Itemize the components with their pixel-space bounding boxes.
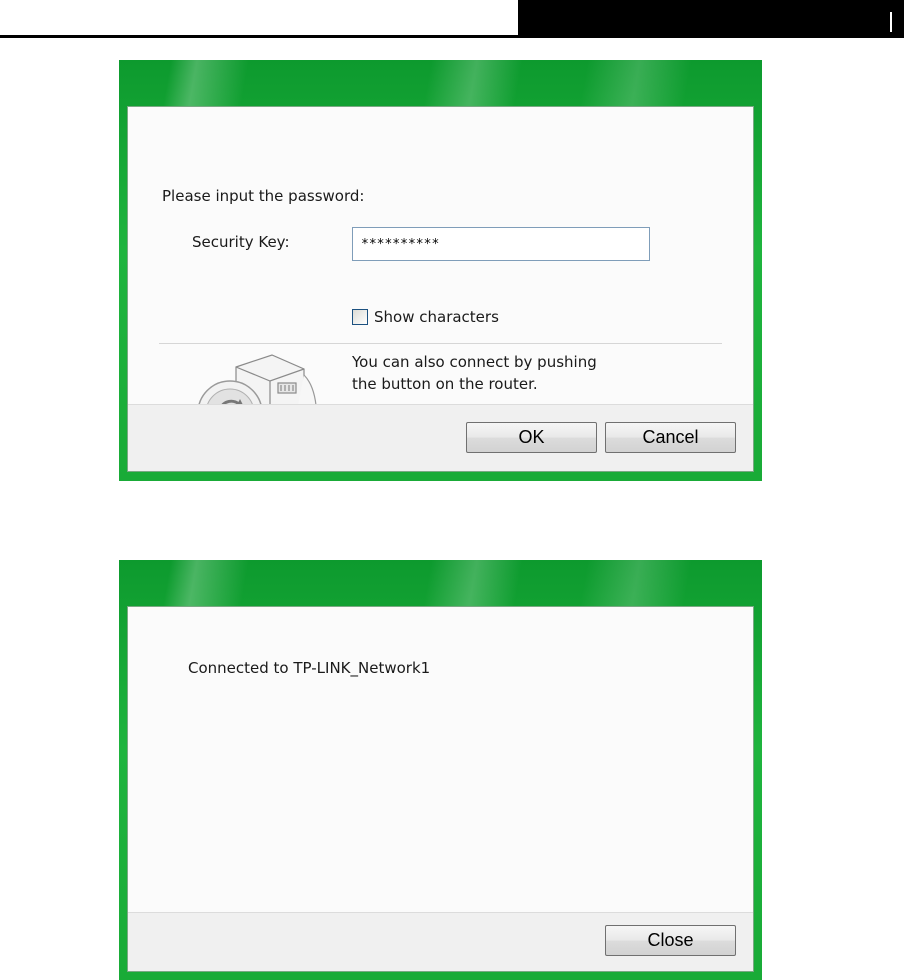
page-header-tick bbox=[890, 12, 892, 32]
connected-dialog-client: Connected to TP-LINK_Network1 Close bbox=[127, 606, 754, 972]
password-prompt: Please input the password: bbox=[162, 187, 365, 205]
password-dialog-footer: OK Cancel bbox=[128, 404, 753, 471]
security-key-label: Security Key: bbox=[192, 233, 290, 251]
close-button[interactable]: Close bbox=[605, 925, 736, 956]
push-button-line-1: You can also connect by pushing bbox=[352, 353, 597, 371]
page-header-block bbox=[518, 0, 904, 38]
security-key-input[interactable] bbox=[352, 227, 650, 261]
separator bbox=[159, 343, 722, 344]
show-characters-row[interactable]: Show characters bbox=[352, 307, 499, 327]
push-button-line-2: the button on the router. bbox=[352, 375, 538, 393]
connected-message: Connected to TP-LINK_Network1 bbox=[188, 659, 431, 677]
page-header-rule bbox=[0, 35, 520, 38]
ok-button[interactable]: OK bbox=[466, 422, 597, 453]
push-button-hint: You can also connect by pushing the butt… bbox=[352, 351, 597, 395]
show-characters-checkbox[interactable] bbox=[352, 309, 368, 325]
cancel-button[interactable]: Cancel bbox=[605, 422, 736, 453]
connected-dialog: Connected to TP-LINK_Network1 Close bbox=[119, 560, 762, 980]
password-dialog: Please input the password: Security Key:… bbox=[119, 60, 762, 481]
password-dialog-client: Please input the password: Security Key:… bbox=[127, 106, 754, 472]
connected-dialog-footer: Close bbox=[128, 912, 753, 971]
show-characters-label: Show characters bbox=[374, 308, 499, 326]
